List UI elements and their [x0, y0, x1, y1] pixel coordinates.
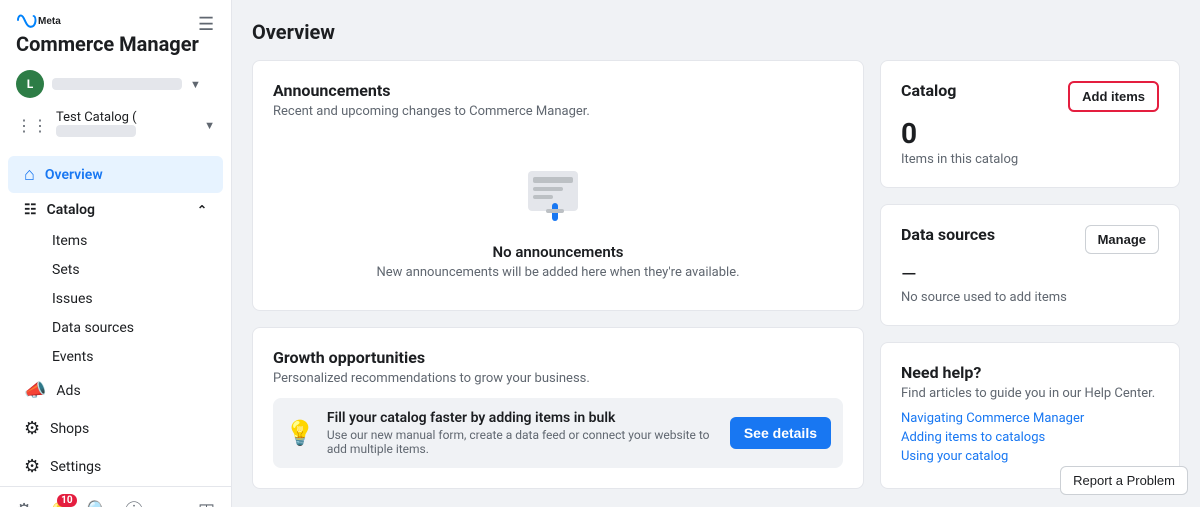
account-name [52, 78, 182, 90]
data-sources-title: Data sources [901, 225, 995, 244]
account-dropdown-arrow: ▼ [190, 78, 201, 91]
issues-label: Issues [52, 291, 93, 307]
no-announcements-title: No announcements [492, 243, 623, 261]
announcements-subtitle: Recent and upcoming changes to Commerce … [273, 104, 843, 119]
sets-label: Sets [52, 262, 80, 278]
growth-subtitle: Personalized recommendations to grow you… [273, 371, 843, 386]
search-icon[interactable]: 🔍 [87, 500, 109, 507]
manage-button[interactable]: Manage [1085, 225, 1159, 254]
sidebar-item-data-sources[interactable]: Data sources [8, 314, 223, 342]
data-sources-card: Data sources Manage — No source used to … [880, 204, 1180, 326]
sidebar-item-overview[interactable]: ⌂ Overview [8, 156, 223, 193]
account-selector[interactable]: L ▼ [0, 64, 231, 104]
catalog-card-header: Catalog Add items [901, 81, 1159, 112]
notifications-icon[interactable]: 🔔 10 [48, 500, 70, 507]
catalog-name-blur [56, 125, 136, 137]
report-problem-container: Report a Problem [1060, 466, 1188, 495]
data-sources-dash: — [901, 262, 1159, 286]
announcements-title: Announcements [273, 81, 843, 100]
report-problem-button[interactable]: Report a Problem [1060, 466, 1188, 495]
sidebar: Meta ☰ Commerce Manager L ▼ ⋮⋮ Test Cata… [0, 0, 232, 507]
data-sources-header: Data sources Manage [901, 225, 1159, 254]
help-link-0[interactable]: Navigating Commerce Manager [901, 411, 1159, 426]
announcements-card: Announcements Recent and upcoming change… [252, 60, 864, 311]
ads-label: Ads [56, 383, 80, 399]
catalog-selector[interactable]: ⋮⋮ Test Catalog ( ▼ [0, 104, 231, 147]
catalog-icon: ☷ [24, 202, 37, 218]
sidebar-nav: ⌂ Overview ☷ Catalog ⌃ Items Sets Issues… [0, 155, 231, 486]
growth-item-title: Fill your catalog faster by adding items… [327, 410, 718, 426]
announcement-illustration [518, 151, 598, 231]
see-details-button[interactable]: See details [730, 417, 831, 449]
catalog-label: Catalog [47, 202, 95, 218]
sidebar-item-shops[interactable]: ⚙ Shops [8, 410, 223, 447]
sidebar-item-sets[interactable]: Sets [8, 256, 223, 284]
grid-icon: ⋮⋮ [16, 116, 48, 135]
catalog-card: Catalog Add items 0 Items in this catalo… [880, 60, 1180, 188]
catalog-chevron: ⌃ [197, 203, 207, 217]
shops-label: Shops [50, 421, 89, 437]
help-title: Need help? [901, 363, 1159, 382]
growth-item: 💡 Fill your catalog faster by adding ite… [273, 398, 843, 468]
sidebar-item-ads[interactable]: 📣 Ads [8, 372, 223, 409]
announcements-body: No announcements New announcements will … [273, 131, 843, 290]
catalog-name-label: Test Catalog ( [56, 110, 196, 141]
main-content: Overview Announcements Recent and upcomi… [232, 0, 1200, 507]
sidebar-item-items[interactable]: Items [8, 227, 223, 255]
data-sources-empty-text: No source used to add items [901, 290, 1159, 305]
events-label: Events [52, 349, 93, 365]
help-subtitle: Find articles to guide you in our Help C… [901, 386, 1159, 401]
help-link-1[interactable]: Adding items to catalogs [901, 430, 1159, 445]
add-items-button[interactable]: Add items [1068, 81, 1159, 112]
growth-text: Fill your catalog faster by adding items… [327, 410, 718, 456]
home-icon: ⌂ [24, 164, 35, 185]
growth-bulb-icon: 💡 [285, 419, 315, 447]
catalog-dropdown-arrow: ▼ [204, 119, 215, 132]
ads-icon: 📣 [24, 380, 46, 401]
shops-icon: ⚙ [24, 418, 40, 439]
sidebar-item-events[interactable]: Events [8, 343, 223, 371]
sidebar-item-catalog[interactable]: ☷ Catalog ⌃ [8, 194, 223, 226]
svg-text:Meta: Meta [38, 16, 61, 27]
sidebar-item-settings[interactable]: ⚙ Settings [8, 448, 223, 485]
sidebar-item-issues[interactable]: Issues [8, 285, 223, 313]
overview-label: Overview [45, 167, 103, 183]
page-title: Overview [252, 20, 1180, 44]
catalog-count-label: Items in this catalog [901, 152, 1159, 167]
app-title: Commerce Manager [16, 32, 215, 56]
no-announcements-text: New announcements will be added here whe… [376, 265, 739, 280]
right-column: Catalog Add items 0 Items in this catalo… [880, 60, 1180, 489]
catalog-sub-nav: Items Sets Issues Data sources Events [0, 227, 231, 371]
growth-title: Growth opportunities [273, 348, 843, 367]
left-column: Announcements Recent and upcoming change… [252, 60, 864, 489]
data-sources-label: Data sources [52, 320, 134, 336]
settings-bottom-icon[interactable]: ⚙ [16, 500, 32, 507]
notification-badge: 10 [57, 494, 76, 507]
sidebar-header: Meta ☰ Commerce Manager [0, 0, 231, 64]
hamburger-menu[interactable]: ☰ [198, 14, 214, 35]
meta-logo: Meta [16, 12, 66, 28]
help-link-2[interactable]: Using your catalog [901, 449, 1159, 464]
sidebar-bottom: ⚙ 🔔 10 🔍 ⓘ ◫ [0, 486, 231, 507]
settings-icon: ⚙ [24, 456, 40, 477]
help-icon[interactable]: ⓘ [125, 497, 143, 507]
toggle-sidebar-icon[interactable]: ◫ [198, 500, 215, 507]
avatar: L [16, 70, 44, 98]
meta-logo-svg: Meta [16, 12, 66, 28]
catalog-card-title: Catalog [901, 81, 956, 100]
content-grid: Announcements Recent and upcoming change… [252, 60, 1180, 489]
settings-label: Settings [50, 459, 101, 475]
growth-card: Growth opportunities Personalized recomm… [252, 327, 864, 489]
growth-item-desc: Use our new manual form, create a data f… [327, 428, 718, 456]
catalog-count: 0 [901, 120, 1159, 148]
items-label: Items [52, 233, 87, 249]
